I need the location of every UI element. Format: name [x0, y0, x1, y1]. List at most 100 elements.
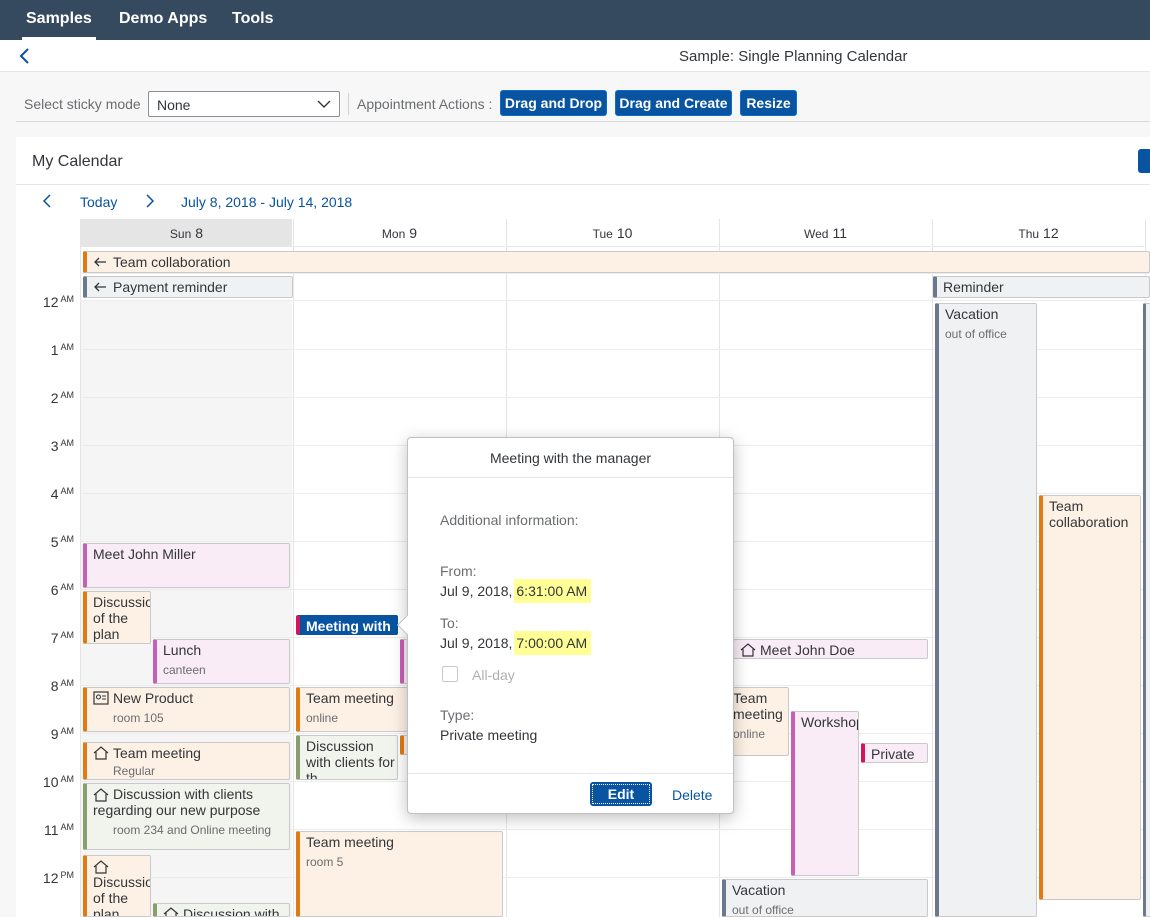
appointment-discussion-plan[interactable]: Discussion of the plan [83, 591, 151, 644]
hour-label: 4 AM [50, 486, 74, 502]
appointment-discussion-with[interactable]: Discussion with [153, 903, 290, 917]
appointment-title: Team meeting [306, 834, 394, 850]
arrow-left-icon [93, 280, 109, 294]
appointment-meeting-with-manager[interactable]: Meeting with t [296, 615, 398, 635]
appointment-subtitle: out of office [945, 327, 1007, 341]
tab-samples[interactable]: Samples [22, 10, 96, 40]
day-number: 12 [1043, 225, 1059, 241]
appointment-meet-john-miller[interactable]: Meet John Miller [83, 543, 290, 588]
today-button[interactable]: Today [80, 194, 117, 210]
appointment-title: Vacation [945, 306, 999, 322]
appointment-discussion-plan-2[interactable]: Discussion of the plan [83, 855, 151, 917]
hour-label: 8 AM [50, 678, 74, 694]
type-value: Private meeting [440, 727, 538, 743]
home-icon [93, 746, 109, 760]
appointment-subtitle: online [733, 727, 766, 741]
appointment-vacation-thu[interactable]: Vacation out of office [935, 303, 1037, 917]
appointment-title: Meeting with t [306, 618, 391, 634]
delete-button[interactable]: Delete [672, 787, 712, 803]
day-number: 9 [409, 225, 418, 241]
day-header-sun[interactable]: Sun 8 [81, 219, 292, 247]
appointment-title: Discussion with [183, 906, 280, 917]
appointment-new-product[interactable]: New Product room 105 [83, 687, 290, 732]
appointment-subtitle: room 5 [306, 855, 344, 869]
appointment-edge[interactable] [1143, 303, 1150, 917]
hour-label: 12 AM [42, 294, 74, 310]
appointment-subtitle: out of office [732, 903, 794, 917]
appointment-subtitle: room 234 and Online meeting [113, 823, 272, 837]
appointment-discussion-clients-sun[interactable]: Discussion with clients regarding our ne… [83, 783, 290, 850]
appointment-title: Team collaboration [113, 254, 231, 270]
date-range-picker[interactable]: July 8, 2018 - July 14, 2018 [181, 194, 352, 210]
chevron-left-icon[interactable] [40, 193, 56, 209]
appointment-title: Meet John Miller [93, 546, 196, 562]
calendar-title: My Calendar [32, 153, 123, 170]
appointment-title: Payment reminder [113, 279, 228, 295]
day-header-mon[interactable]: Mon 9 [294, 219, 505, 247]
grid-line [80, 300, 1150, 301]
day-header-wed[interactable]: Wed 11 [720, 219, 931, 247]
hour-label: 2 AM [50, 390, 74, 406]
appointment-team-collaboration-thu[interactable]: Team collaboration [1039, 495, 1141, 900]
appointment-title: Team collaboration [1049, 498, 1129, 530]
appointment-actions-label: Appointment Actions : [357, 96, 493, 112]
appointment-meet-john-doe[interactable]: Meet John Doe [733, 639, 928, 659]
appointment-private[interactable]: Private [861, 743, 928, 763]
drag-and-drop-button[interactable]: Drag and Drop [500, 90, 607, 116]
appointment-lunch[interactable]: Lunch canteen [153, 639, 290, 684]
appointment-team-meeting-regular[interactable]: Team meeting Regular [83, 742, 290, 780]
home-icon [93, 860, 109, 874]
home-icon [93, 788, 109, 802]
appointment-title: Team meeting [113, 745, 201, 761]
all-day-checkbox[interactable] [442, 666, 458, 682]
resize-button[interactable]: Resize [740, 90, 797, 116]
grid-line [80, 219, 81, 917]
appointment-team-meeting-room5[interactable]: Team meeting room 5 [296, 831, 503, 917]
appointment-title: Discussion with clients for th [306, 738, 395, 780]
tab-demo-apps[interactable]: Demo Apps [119, 10, 207, 28]
drag-and-create-button[interactable]: Drag and Create [615, 90, 732, 116]
day-name: Mon [381, 227, 406, 241]
hour-label: 12 PM [42, 870, 74, 886]
contact-card-icon [93, 691, 109, 705]
home-icon [740, 643, 756, 657]
appointment-title: Reminder [943, 279, 1004, 295]
toolbar-separator [348, 93, 349, 115]
appointment-team-meeting-online-mon[interactable]: Team meeting online [296, 687, 408, 732]
appointment-discussion-clients-mon[interactable]: Discussion with clients for th [296, 735, 398, 780]
appointment-vacation-wed[interactable]: Vacation out of office [722, 879, 928, 917]
appointment-title: Discussion with clients regarding our ne… [93, 786, 261, 818]
sticky-mode-value: None [157, 97, 191, 113]
appointment-reminder[interactable]: Reminder [933, 276, 1150, 298]
additional-info-label: Additional information: [440, 512, 579, 528]
hour-label: 9 AM [50, 726, 74, 742]
calendar-view-button[interactable] [1138, 149, 1150, 173]
to-time: 7:00:00 AM [514, 631, 592, 655]
appointment-team-meeting-wed[interactable]: Team meeting online [728, 687, 789, 756]
tab-tools[interactable]: Tools [232, 10, 273, 28]
back-icon[interactable] [16, 46, 36, 66]
day-number: 10 [616, 225, 633, 241]
sticky-mode-select[interactable]: None [148, 91, 340, 117]
toolbar: Select sticky mode None Appointment Acti… [16, 86, 1150, 122]
all-day-label: All-day [472, 667, 515, 683]
day-header-thu[interactable]: Thu 12 [933, 219, 1144, 247]
to-value: Jul 9, 2018, 7:00:00 AM [440, 631, 592, 655]
appointment-workshop[interactable]: Workshop [791, 711, 859, 876]
popover-title: Meeting with the manager [408, 438, 733, 478]
shell-header: Samples Demo Apps Tools [0, 0, 1150, 40]
hour-label: 11 AM [43, 822, 74, 838]
appointment-payment-reminder[interactable]: Payment reminder [83, 276, 293, 298]
chevron-right-icon[interactable] [141, 193, 157, 209]
day-name: Sun [169, 227, 192, 241]
day-header-tue[interactable]: Tue 10 [507, 219, 718, 247]
divider [16, 184, 1150, 185]
chevron-down-icon [317, 100, 331, 108]
hour-label: 5 AM [50, 534, 74, 550]
appointment-team-collaboration-allday[interactable]: Team collaboration [83, 251, 1150, 273]
appointment-title: Lunch [163, 642, 202, 658]
day-name: Tue [592, 227, 613, 241]
appointment-title: Discussion of the plan [93, 594, 150, 642]
edit-button[interactable]: Edit [590, 782, 652, 806]
appointment-title: New Product [113, 690, 194, 706]
